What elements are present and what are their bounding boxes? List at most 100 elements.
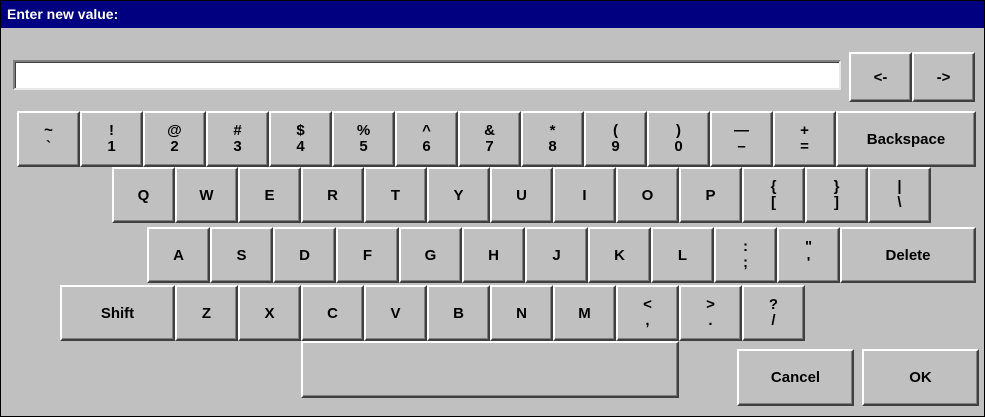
key-upper: ( bbox=[613, 121, 618, 139]
key-q[interactable]: Q bbox=[112, 167, 175, 223]
key-upper: | bbox=[897, 177, 902, 195]
key-upper: : bbox=[743, 237, 748, 255]
key-lower: 5 bbox=[359, 137, 368, 155]
key-left-bracket[interactable]: { [ bbox=[742, 167, 805, 223]
key-s[interactable]: S bbox=[210, 227, 273, 283]
key-lower: ; bbox=[743, 253, 748, 271]
key-upper: ^ bbox=[422, 121, 431, 139]
key-lower: ` bbox=[46, 137, 51, 155]
cancel-button[interactable]: Cancel bbox=[737, 349, 854, 406]
key-i[interactable]: I bbox=[553, 167, 616, 223]
key-upper: ~ bbox=[44, 121, 53, 139]
key-upper: — bbox=[734, 121, 749, 139]
key-7[interactable]: & 7 bbox=[458, 111, 521, 167]
key-upper: } bbox=[833, 177, 840, 195]
key-upper: { bbox=[770, 177, 777, 195]
key-e[interactable]: E bbox=[238, 167, 301, 223]
delete-button[interactable]: Delete bbox=[840, 227, 976, 283]
key-w[interactable]: W bbox=[175, 167, 238, 223]
key-3[interactable]: # 3 bbox=[206, 111, 269, 167]
key-right-bracket[interactable]: } ] bbox=[805, 167, 868, 223]
key-t[interactable]: T bbox=[364, 167, 427, 223]
key-lower: 0 bbox=[674, 137, 683, 155]
keyboard-dialog: Enter new value: <- -> ~ ` ! 1 @ 2 # 3 $… bbox=[0, 0, 985, 417]
key-lower: 1 bbox=[107, 137, 116, 155]
key-f[interactable]: F bbox=[336, 227, 399, 283]
key-8[interactable]: * 8 bbox=[521, 111, 584, 167]
value-input[interactable] bbox=[13, 60, 841, 90]
key-6[interactable]: ^ 6 bbox=[395, 111, 458, 167]
key-backslash[interactable]: | \ bbox=[868, 167, 931, 223]
key-p[interactable]: P bbox=[679, 167, 742, 223]
key-j[interactable]: J bbox=[525, 227, 588, 283]
key-lower: 8 bbox=[548, 137, 557, 155]
key-1[interactable]: ! 1 bbox=[80, 111, 143, 167]
key-semicolon[interactable]: : ; bbox=[714, 227, 777, 283]
key-g[interactable]: G bbox=[399, 227, 462, 283]
key-comma[interactable]: < , bbox=[616, 285, 679, 341]
key-lower: 2 bbox=[170, 137, 179, 155]
key-lower: 4 bbox=[296, 137, 305, 155]
key-upper: ? bbox=[768, 295, 779, 313]
key-upper: $ bbox=[296, 121, 305, 139]
key-equals[interactable]: + = bbox=[773, 111, 836, 167]
key-upper: > bbox=[706, 295, 715, 313]
key-0[interactable]: ) 0 bbox=[647, 111, 710, 167]
key-lower: [ bbox=[771, 193, 776, 211]
key-lower: / bbox=[771, 311, 776, 329]
backspace-button[interactable]: Backspace bbox=[836, 111, 976, 167]
key-upper: ) bbox=[676, 121, 681, 139]
space-bar[interactable] bbox=[301, 341, 679, 398]
key-k[interactable]: K bbox=[588, 227, 651, 283]
key-lower: . bbox=[708, 311, 713, 329]
key-lower: , bbox=[645, 311, 650, 329]
key-lower: ] bbox=[834, 193, 839, 211]
cursor-left-button[interactable]: <- bbox=[849, 52, 912, 102]
key-x[interactable]: X bbox=[238, 285, 301, 341]
ok-button[interactable]: OK bbox=[862, 349, 979, 406]
key-lower: = bbox=[800, 137, 809, 155]
key-5[interactable]: % 5 bbox=[332, 111, 395, 167]
key-z[interactable]: Z bbox=[175, 285, 238, 341]
key-l[interactable]: L bbox=[651, 227, 714, 283]
key-upper: + bbox=[800, 121, 809, 139]
key-lower: ' bbox=[806, 253, 811, 271]
key-upper: " bbox=[804, 237, 813, 255]
key-upper: & bbox=[484, 121, 495, 139]
key-upper: % bbox=[356, 121, 371, 139]
key-lower: 7 bbox=[485, 137, 494, 155]
dialog-title: Enter new value: bbox=[1, 1, 984, 28]
key-lower: 6 bbox=[422, 137, 431, 155]
key-d[interactable]: D bbox=[273, 227, 336, 283]
key-upper: * bbox=[549, 121, 556, 139]
key-n[interactable]: N bbox=[490, 285, 553, 341]
key-minus[interactable]: — – bbox=[710, 111, 773, 167]
key-4[interactable]: $ 4 bbox=[269, 111, 332, 167]
key-v[interactable]: V bbox=[364, 285, 427, 341]
key-y[interactable]: Y bbox=[427, 167, 490, 223]
key-u[interactable]: U bbox=[490, 167, 553, 223]
key-b[interactable]: B bbox=[427, 285, 490, 341]
key-upper: ! bbox=[109, 121, 114, 139]
shift-button[interactable]: Shift bbox=[60, 285, 175, 341]
key-2[interactable]: @ 2 bbox=[143, 111, 206, 167]
key-a[interactable]: A bbox=[147, 227, 210, 283]
key-m[interactable]: M bbox=[553, 285, 616, 341]
key-quote[interactable]: " ' bbox=[777, 227, 840, 283]
key-r[interactable]: R bbox=[301, 167, 364, 223]
key-tilde[interactable]: ~ ` bbox=[17, 111, 80, 167]
cursor-right-button[interactable]: -> bbox=[912, 52, 975, 102]
key-upper: < bbox=[643, 295, 652, 313]
key-o[interactable]: O bbox=[616, 167, 679, 223]
key-upper: @ bbox=[167, 121, 182, 139]
key-9[interactable]: ( 9 bbox=[584, 111, 647, 167]
key-upper: # bbox=[233, 121, 242, 139]
key-h[interactable]: H bbox=[462, 227, 525, 283]
key-lower: 9 bbox=[611, 137, 620, 155]
key-c[interactable]: C bbox=[301, 285, 364, 341]
key-period[interactable]: > . bbox=[679, 285, 742, 341]
key-lower: \ bbox=[897, 193, 902, 211]
key-slash[interactable]: ? / bbox=[742, 285, 805, 341]
key-lower: 3 bbox=[233, 137, 242, 155]
key-lower: – bbox=[737, 137, 746, 155]
